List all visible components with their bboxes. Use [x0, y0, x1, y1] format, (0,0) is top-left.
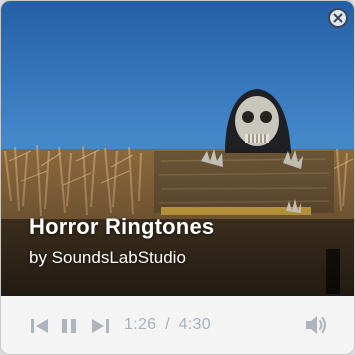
close-icon [333, 13, 343, 23]
current-time: 1:26 [124, 316, 157, 333]
playback-controls: 1:26 / 4:30 [1, 297, 354, 354]
track-title: Horror Ringtones [29, 214, 215, 239]
skip-next-icon [92, 319, 109, 333]
track-artist: by SoundsLabStudio [29, 248, 186, 267]
volume-icon [306, 316, 326, 334]
skip-previous-icon [31, 319, 48, 333]
pause-icon [62, 319, 76, 333]
player-card: Horror Ringtones by SoundsLabStudio 1:26… [0, 0, 355, 355]
time-separator: / [165, 316, 170, 333]
previous-button[interactable] [30, 317, 50, 340]
pause-button[interactable] [61, 317, 77, 340]
time-display: 1:26 / 4:30 [124, 316, 211, 334]
volume-button[interactable] [304, 313, 328, 342]
close-button[interactable] [328, 8, 348, 28]
next-button[interactable] [90, 317, 110, 340]
duration: 4:30 [178, 316, 211, 333]
